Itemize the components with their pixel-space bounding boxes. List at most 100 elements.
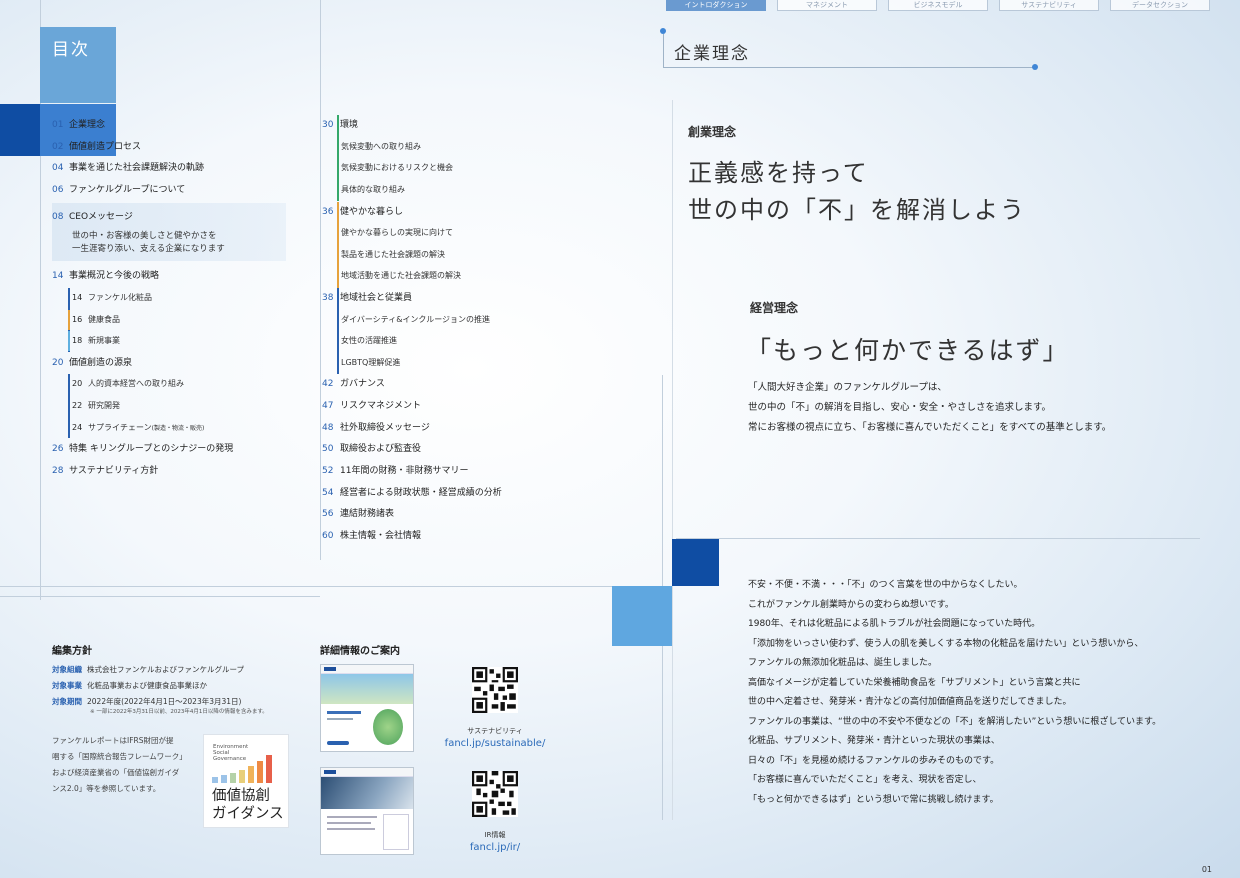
founding-label: 創業理念 — [688, 125, 737, 139]
para-line: 1980年、それは化粧品による肌トラブルが社会問題になっていた時代。 — [748, 619, 1041, 629]
toc-item[interactable]: 54 経営者による財政状態・経営成績の分析 — [322, 483, 555, 503]
sustainability-link[interactable]: fancl.jp/sustainable/ — [435, 738, 555, 749]
tab-business-model[interactable]: ビジネスモデル — [888, 0, 988, 11]
qr-code-icon[interactable] — [472, 667, 518, 713]
para-line: 常にお客様の視点に立ち、「お客様に喜んでいただくこと」をすべての基準とします。 — [748, 422, 1112, 433]
toc-subitem[interactable]: 健やかな暮らしの実現に向けて — [341, 223, 555, 243]
management-copy: 「もっと何かできるはず」 — [746, 336, 1070, 365]
title-bracket — [663, 34, 664, 68]
toc-subitem[interactable]: 製品を通じた社会課題の解決 — [341, 245, 555, 265]
thumb-hero — [321, 674, 413, 704]
toc-item-desc: 一生涯寄り添い、支える企業になります — [72, 244, 225, 254]
para-line: ンス2.0」等を参照しています。 — [52, 784, 161, 793]
toc-subitem[interactable]: ダイバーシティ&インクルージョンの推進 — [341, 310, 555, 330]
toc-item[interactable]: 08 CEOメッセージ — [52, 207, 286, 227]
ir-thumbnail[interactable] — [320, 767, 414, 855]
para-line: 「人間大好き企業」のファンケルグループは、 — [748, 382, 947, 393]
guidance-badge: Environment Social Governance 価値協創 ガイダンス — [203, 734, 289, 828]
toc-item[interactable]: 06 ファンケルグループについて — [52, 180, 286, 200]
toc-subitem[interactable]: 気候変動への取り組み — [341, 137, 555, 157]
thumb-sidebar — [383, 814, 409, 850]
deco-dot — [1032, 64, 1038, 70]
toc-item[interactable]: 28 サステナビリティ方針 — [52, 461, 286, 481]
management-paragraph: 「人間大好き企業」のファンケルグループは、 世の中の「不」の解消を目指し、安心・… — [748, 378, 1111, 438]
guide-line — [0, 596, 320, 597]
policy-row: 対象事業 化粧品事業および健康食品事業ほか — [52, 681, 207, 690]
para-line: 不安・不便・不満・・・「不」のつく言葉を世の中からなくしたい。 — [748, 580, 1023, 590]
leaf-icon — [373, 709, 403, 745]
thumb-text — [327, 816, 377, 818]
toc-item[interactable]: 47 リスクマネジメント — [322, 396, 555, 416]
toc-subitem[interactable]: 具体的な取り組み — [341, 180, 555, 200]
tab-introduction[interactable]: イントロダクション — [666, 0, 766, 11]
tab-management[interactable]: マネジメント — [777, 0, 877, 11]
sustainability-thumbnail[interactable] — [320, 664, 414, 752]
badge-title: 価値協創 ガイダンス — [212, 787, 284, 823]
section-bar — [68, 331, 70, 351]
toc-item[interactable]: 01 企業理念 — [52, 115, 286, 135]
para-line: これがファンケル創業時からの変わらぬ想いです。 — [748, 599, 954, 610]
para-line: および経済産業省の「価値協創ガイダ — [52, 768, 180, 777]
para-line: 世の中の「不」の解消を目指し、安心・安全・やさしさを追求します。 — [748, 402, 1052, 413]
para-line: 「お客様に喜んでいただくこと」を考え、現状を否定し、 — [748, 775, 982, 785]
toc-subitem[interactable]: 24 サプライチェーン(製造・物流・販売) — [72, 418, 286, 438]
toc-subitem[interactable]: 16 健康食品 — [72, 310, 286, 330]
para-line: 唱する「国際統合報告フレームワーク」 — [52, 752, 187, 761]
section-bar — [68, 374, 70, 438]
toc-subitem[interactable]: 気候変動におけるリスクと機会 — [341, 158, 555, 178]
thumb-text — [327, 828, 375, 830]
qr-code-icon[interactable] — [472, 771, 518, 817]
para-line: 「添加物をいっさい使わず、使う人の肌を美しくする本物の化粧品を届けたい」という想… — [748, 638, 1144, 649]
toc-title: 目次 — [52, 40, 90, 60]
reference-paragraph: ファンケルレポートはIFRS財団が提 唱する「国際統合報告フレームワーク」 およ… — [52, 733, 187, 797]
toc-item[interactable]: 42 ガバナンス — [322, 374, 555, 394]
toc-item[interactable]: 52 11年間の財務・非財務サマリー — [322, 461, 555, 481]
toc-item[interactable]: 04 事業を通じた社会課題解決の軌跡 — [52, 158, 286, 178]
deco-square — [672, 539, 719, 586]
deco-square — [612, 586, 672, 646]
section-nav: イントロダクション マネジメント ビジネスモデル サステナビリティ データセクシ… — [666, 0, 1210, 11]
guide-line — [672, 100, 673, 820]
toc-subitem[interactable]: 20 人的資本経営への取り組み — [72, 374, 286, 394]
tab-data-section[interactable]: データセクション — [1110, 0, 1210, 11]
policy-note: ※ 一部に2022年3月31日以前、2023年4月1日以降の情報を含みます。 — [90, 709, 268, 715]
toc-item[interactable]: 36 健やかな暮らし — [322, 202, 555, 222]
toc-item[interactable]: 50 取締役および監査役 — [322, 439, 555, 459]
toc-subitem[interactable]: 22 研究開発 — [72, 396, 286, 416]
toc-item[interactable]: 02 価値創造プロセス — [52, 137, 286, 157]
qr-caption: IR情報 — [484, 831, 506, 839]
thumb-hero — [321, 777, 413, 809]
policy-row: 対象期間 2022年度(2022年4月1日〜2023年3月31日) — [52, 697, 242, 706]
toc-item[interactable]: 30 環境 — [322, 115, 555, 135]
badge-title-line: ガイダンス — [212, 806, 284, 822]
para-line: ファンケルの無添加化粧品は、誕生しました。 — [748, 658, 938, 668]
toc-item[interactable]: 56 連結財務諸表 — [322, 504, 555, 524]
guide-line — [320, 0, 321, 560]
toc-item[interactable]: 48 社外取締役メッセージ — [322, 418, 555, 438]
toc-subitem[interactable]: 18 新規事業 — [72, 331, 286, 351]
toc-item[interactable]: 20 価値創造の源泉 — [52, 353, 286, 373]
toc-item[interactable]: 60 株主情報・会社情報 — [322, 526, 555, 546]
tab-sustainability[interactable]: サステナビリティ — [999, 0, 1099, 11]
thumb-button — [327, 741, 349, 745]
founding-copy: 正義感を持って 世の中の「不」を解消しよう — [688, 155, 1026, 229]
bar-graph-icon — [212, 755, 272, 783]
para-line: ファンケルの事業は、“世の中の不安や不便などの「不」を解消したい”という想いに根… — [748, 716, 1162, 727]
ir-link[interactable]: fancl.jp/ir/ — [435, 842, 555, 853]
para-line: 高価なイメージが定着していた栄養補助食品を「サプリメント」という言葉と共に — [748, 677, 1081, 688]
toc-subitem[interactable]: 女性の活躍推進 — [341, 331, 555, 351]
para-line: 世の中へ定着させ、発芽米・青汁などの高付加価値商品を送りだしてきました。 — [748, 697, 1072, 707]
policy-row: 対象組織 株式会社ファンケルおよびファンケルグループ — [52, 665, 245, 674]
toc-subitem[interactable]: LGBTQ理解促進 — [341, 353, 555, 373]
deco-square — [0, 104, 40, 156]
toc-subitem[interactable]: 14 ファンケル化粧品 — [72, 288, 286, 308]
toc-item[interactable]: 14 事業概況と今後の戦略 — [52, 266, 286, 286]
qr-caption: サステナビリティ — [467, 727, 523, 735]
thumb-logo — [324, 770, 336, 774]
toc-item[interactable]: 26 特集 キリングループとのシナジーの発現 — [52, 439, 286, 459]
guide-line — [676, 538, 1200, 539]
section-bar — [68, 310, 70, 330]
thumb-text — [327, 711, 361, 714]
toc-subitem[interactable]: 地域活動を通じた社会課題の解決 — [341, 266, 555, 286]
toc-item[interactable]: 38 地域社会と従業員 — [322, 288, 555, 308]
